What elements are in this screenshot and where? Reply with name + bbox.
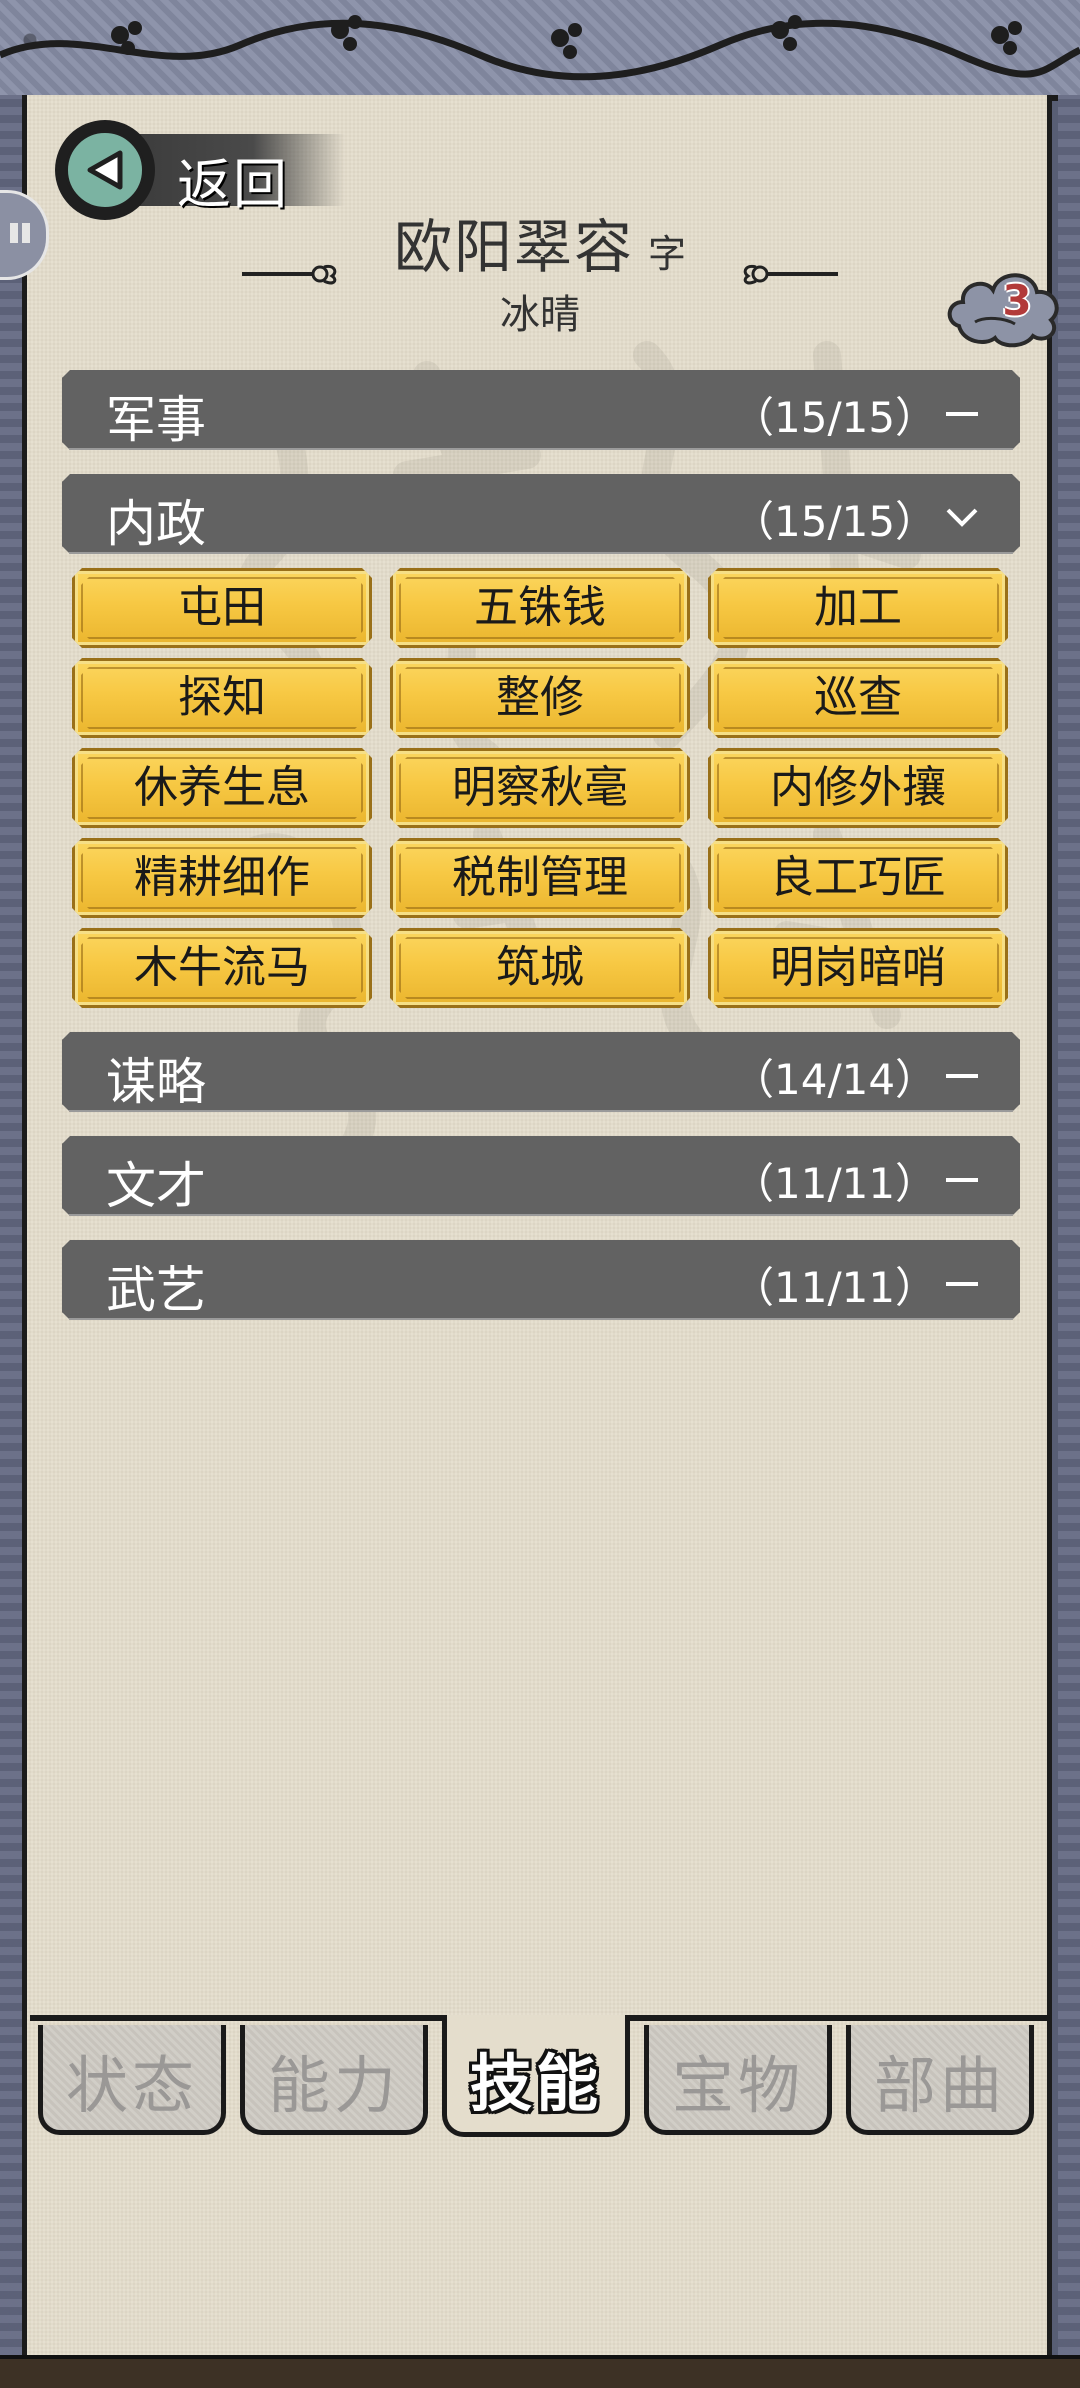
category-bar-strategy[interactable]: 谋略 （14/14） — [62, 1032, 1020, 1112]
skill-button[interactable]: 精耕细作 — [72, 838, 372, 918]
category-count: （11/11） — [732, 1159, 938, 1208]
category-count: （15/15） — [732, 393, 938, 442]
play-left-icon — [87, 150, 123, 190]
tab-skills[interactable]: 技能 — [442, 2015, 630, 2137]
floral-pattern-icon — [0, 15, 1080, 81]
skill-button[interactable]: 明岗暗哨 — [708, 928, 1008, 1008]
skill-label: 明岗暗哨 — [770, 942, 946, 993]
skill-label: 内修外攘 — [770, 762, 946, 813]
tab-treasure[interactable]: 宝物 — [644, 2025, 832, 2135]
skill-button[interactable]: 木牛流马 — [72, 928, 372, 1008]
skill-button[interactable]: 筑城 — [390, 928, 690, 1008]
category-count: （11/11） — [732, 1263, 938, 1312]
dash-icon — [946, 412, 978, 416]
category-count: （14/14） — [732, 1055, 938, 1104]
tab-ability[interactable]: 能力 — [240, 2025, 428, 2135]
hero-title: 欧阳翠容字 — [0, 200, 1080, 284]
skill-button[interactable]: 五铢钱 — [390, 568, 690, 648]
skill-button[interactable]: 整修 — [390, 658, 690, 738]
cloud-badge[interactable]: 3 — [945, 262, 1065, 352]
category-name: 军事 — [106, 391, 206, 449]
bottom-frame — [0, 2355, 1080, 2388]
skill-label: 木牛流马 — [134, 942, 310, 993]
skill-button[interactable]: 内修外攘 — [708, 748, 1008, 828]
skill-button[interactable]: 探知 — [72, 658, 372, 738]
category-bar-martial[interactable]: 武艺 （11/11） — [62, 1240, 1020, 1320]
chevron-down-icon — [946, 508, 978, 527]
category-count: （15/15） — [732, 497, 938, 546]
left-frame — [0, 95, 22, 2355]
dash-icon — [946, 1178, 978, 1182]
dash-icon — [946, 1282, 978, 1286]
skill-label: 五铢钱 — [474, 582, 606, 633]
skill-label: 筑城 — [496, 942, 584, 993]
category-name: 内政 — [106, 495, 206, 553]
category-bar-military[interactable]: 军事 （15/15） — [62, 370, 1020, 450]
category-name: 谋略 — [106, 1053, 206, 1111]
skill-label: 巡查 — [814, 672, 902, 723]
back-button-face — [65, 130, 145, 210]
category-name: 武艺 — [106, 1261, 206, 1319]
skill-button[interactable]: 税制管理 — [390, 838, 690, 918]
right-frame — [1058, 95, 1080, 2355]
skills-screen: 返回 欧阳翠容字 冰晴 3 军事 （15/15） 内政 （15/15） 屯田 五… — [0, 0, 1080, 2388]
skill-button[interactable]: 巡查 — [708, 658, 1008, 738]
skill-button[interactable]: 屯田 — [72, 568, 372, 648]
skill-button[interactable]: 明察秋毫 — [390, 748, 690, 828]
top-ornament-banner — [0, 0, 1080, 101]
tab-label: 状态 — [65, 2049, 198, 2122]
skill-label: 加工 — [814, 582, 902, 633]
tab-label: 部曲 — [873, 2049, 1006, 2122]
badge-count: 3 — [1002, 276, 1032, 325]
tab-label: 技能 — [469, 2047, 602, 2120]
tab-label: 能力 — [267, 2049, 400, 2122]
tab-label: 宝物 — [671, 2049, 804, 2122]
skill-label: 精耕细作 — [134, 852, 310, 903]
tab-status[interactable]: 状态 — [38, 2025, 226, 2135]
bottom-tab-bar: 状态 能力 技能 宝物 部曲 — [30, 2015, 1050, 2145]
skill-label: 屯田 — [178, 582, 266, 633]
skill-label: 整修 — [496, 672, 584, 723]
courtesy-name: 冰晴 — [500, 292, 580, 338]
hero-name: 欧阳翠容 — [393, 213, 634, 281]
skill-label: 探知 — [178, 672, 266, 723]
dash-icon — [946, 1074, 978, 1078]
skill-button[interactable]: 休养生息 — [72, 748, 372, 828]
skill-label: 税制管理 — [452, 852, 628, 903]
skill-button[interactable]: 加工 — [708, 568, 1008, 648]
category-bar-literary[interactable]: 文才 （11/11） — [62, 1136, 1020, 1216]
category-bar-internal-affairs[interactable]: 内政 （15/15） — [62, 474, 1020, 554]
category-name: 文才 — [106, 1157, 206, 1215]
zi-label: 字 — [648, 232, 687, 276]
skill-label: 良工巧匠 — [770, 852, 946, 903]
skill-label: 明察秋毫 — [452, 762, 628, 813]
skill-button[interactable]: 良工巧匠 — [708, 838, 1008, 918]
tab-troops[interactable]: 部曲 — [846, 2025, 1034, 2135]
skill-label: 休养生息 — [134, 762, 310, 813]
